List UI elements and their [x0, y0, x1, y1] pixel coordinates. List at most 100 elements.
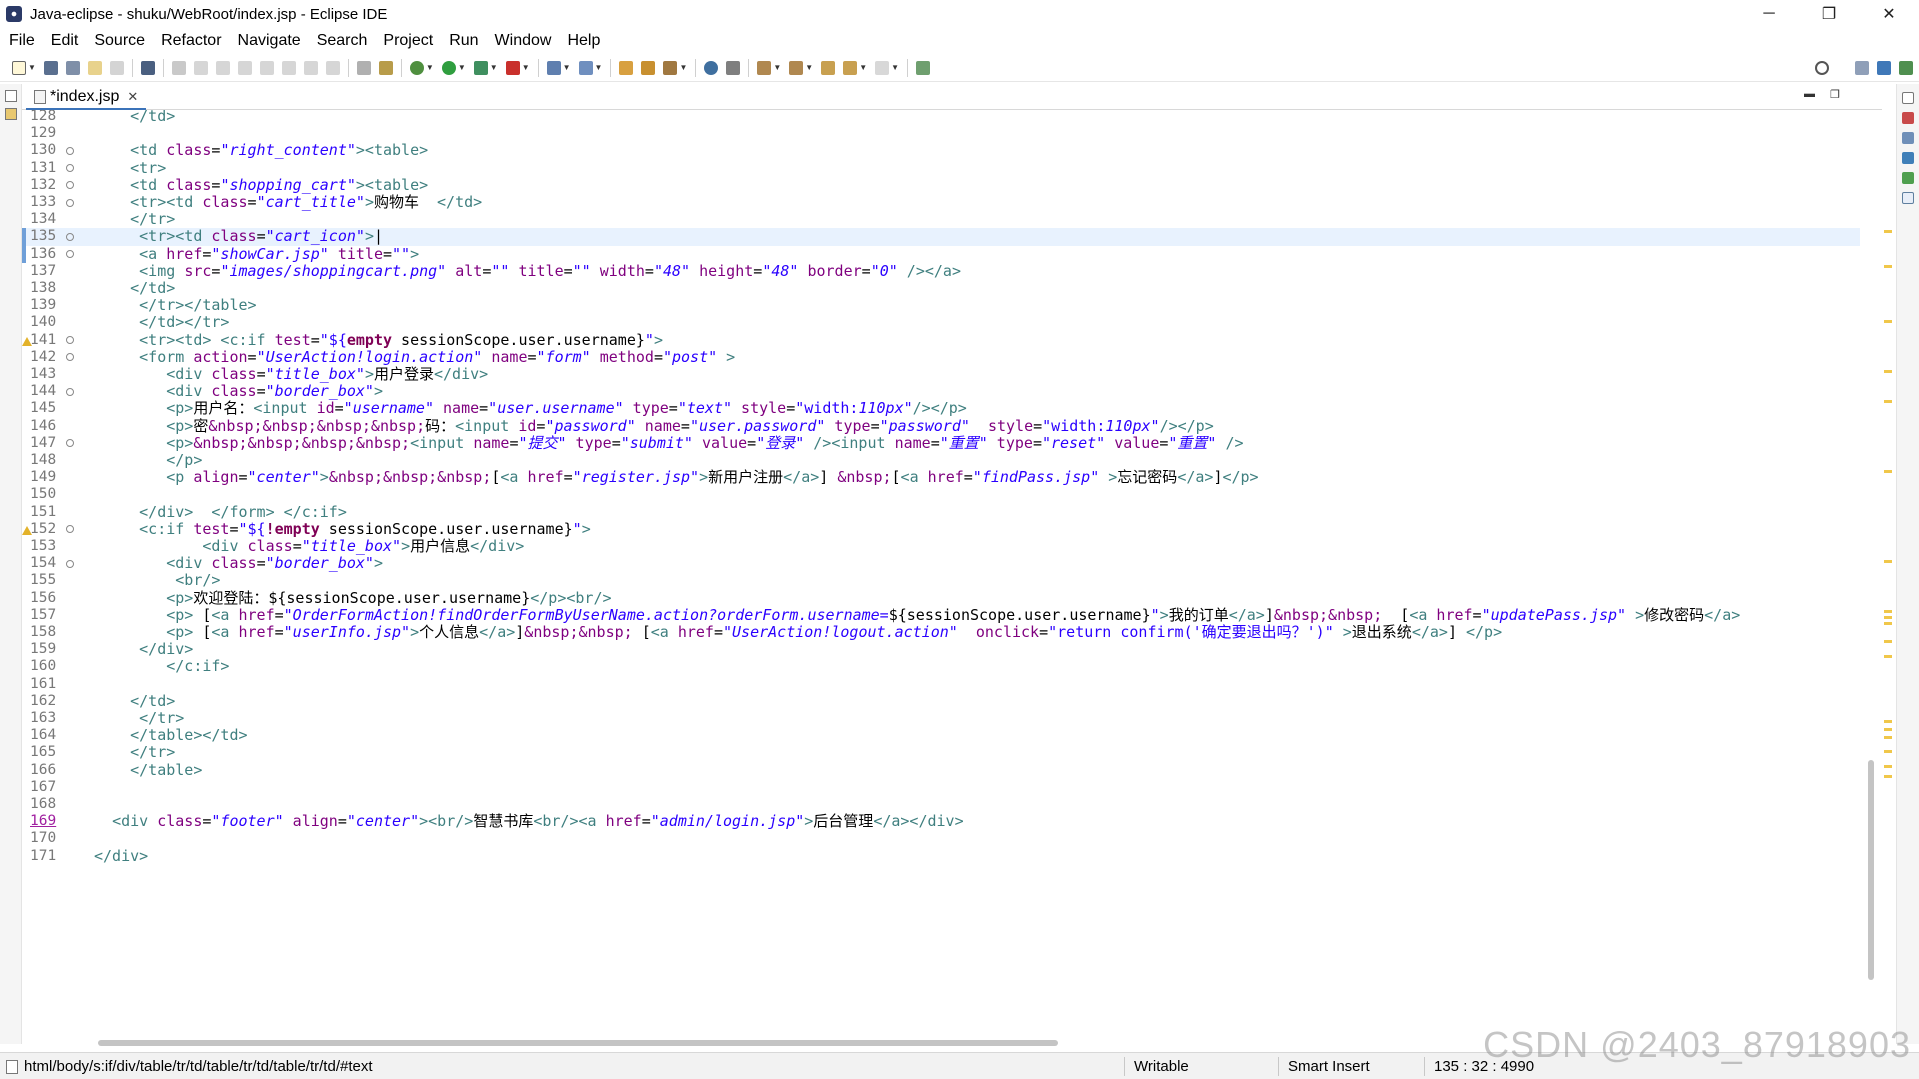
code-line[interactable]: 162 </td>: [22, 692, 1860, 710]
code-line[interactable]: 163 </tr>: [22, 709, 1860, 727]
ruler-mark[interactable]: [1884, 230, 1892, 233]
open-console-icon[interactable]: [356, 60, 371, 75]
vertical-scrollbar[interactable]: [1868, 760, 1874, 980]
fold-toggle-icon[interactable]: [66, 164, 74, 173]
java-ee-perspective-icon[interactable]: [1877, 61, 1891, 75]
code-line[interactable]: 152 <c:if test="${!empty sessionScope.us…: [22, 520, 1860, 538]
ruler-mark[interactable]: [1884, 470, 1892, 473]
code-line[interactable]: 161: [22, 676, 1860, 693]
ruler-mark[interactable]: [1884, 655, 1892, 658]
ruler-mark[interactable]: [1884, 728, 1892, 731]
palette-icon[interactable]: [1902, 172, 1914, 184]
menu-window[interactable]: Window: [487, 32, 560, 50]
open-perspective-icon[interactable]: [1855, 61, 1869, 75]
save-icon[interactable]: [43, 60, 58, 75]
new-server-icon[interactable]: [546, 60, 561, 75]
skip-breakpoints-icon[interactable]: [171, 60, 186, 75]
code-line[interactable]: 137 <img src="images/shoppingcart.png" a…: [22, 262, 1860, 280]
code-line[interactable]: 153 <div class="title_box">用户信息</div>: [22, 537, 1860, 555]
fold-toggle-icon[interactable]: [66, 250, 74, 259]
tasks-icon[interactable]: [378, 60, 393, 75]
search-icon[interactable]: [1815, 61, 1829, 75]
terminal-icon[interactable]: [140, 60, 155, 75]
resume-icon[interactable]: [193, 60, 208, 75]
open-task-icon[interactable]: [641, 60, 656, 75]
status-insert-mode[interactable]: Smart Insert: [1288, 1053, 1370, 1079]
ruler-mark[interactable]: [1884, 616, 1892, 619]
next-annotation-dropdown-icon[interactable]: ▼: [773, 63, 781, 72]
forward-dropdown-icon[interactable]: ▼: [891, 63, 899, 72]
back-dropdown-icon[interactable]: ▼: [859, 63, 867, 72]
properties-icon[interactable]: [1902, 192, 1914, 204]
code-line[interactable]: 169 <div class="footer" align="center"><…: [22, 813, 1860, 830]
previous-annotation-icon[interactable]: [789, 60, 804, 75]
code-line[interactable]: 142 <form action="UserAction!login.actio…: [22, 348, 1860, 366]
ruler-mark[interactable]: [1884, 610, 1892, 613]
new-class-icon[interactable]: [578, 60, 593, 75]
code-line[interactable]: 155 <br/>: [22, 572, 1860, 589]
fold-toggle-icon[interactable]: [66, 353, 74, 362]
step-over-icon[interactable]: [303, 60, 318, 75]
close-button[interactable]: ✕: [1859, 0, 1919, 28]
fold-toggle-icon[interactable]: [66, 559, 74, 568]
code-line[interactable]: 138 </td>: [22, 279, 1860, 297]
menu-source[interactable]: Source: [86, 32, 153, 50]
debug-perspective-icon[interactable]: [1899, 61, 1913, 75]
web-browser-icon[interactable]: [704, 60, 719, 75]
previous-annotation-dropdown-icon[interactable]: ▼: [805, 63, 813, 72]
code-line[interactable]: 141 <tr><td> <c:if test="${empty session…: [22, 331, 1860, 349]
fold-toggle-icon[interactable]: [66, 525, 74, 534]
code-line[interactable]: 144 <div class="border_box">: [22, 383, 1860, 400]
code-line[interactable]: 165 </tr>: [22, 744, 1860, 761]
undo-icon[interactable]: [87, 60, 102, 75]
step-return-icon[interactable]: [325, 60, 340, 75]
code-line[interactable]: 149 <p align="center">&nbsp;&nbsp;&nbsp;…: [22, 469, 1860, 486]
coverage-icon[interactable]: [473, 60, 488, 75]
debug-icon[interactable]: [409, 60, 424, 75]
code-line[interactable]: 156 <p>欢迎登陆：${sessionScope.user.username…: [22, 589, 1860, 607]
code-line[interactable]: 151 </div> </form> </c:if>: [22, 503, 1860, 521]
server-dropdown-icon[interactable]: ▼: [563, 63, 571, 72]
disconnect-icon[interactable]: [259, 60, 274, 75]
fold-toggle-icon[interactable]: [66, 198, 74, 207]
search-tool-dropdown-icon[interactable]: ▼: [679, 63, 687, 72]
code-line[interactable]: 164 </table></td>: [22, 727, 1860, 744]
code-line[interactable]: 160 </c:if>: [22, 658, 1860, 675]
code-line[interactable]: 157 <p> [<a href="OrderFormAction!findOr…: [22, 606, 1860, 624]
code-line[interactable]: 167: [22, 779, 1860, 796]
minimize-editor-icon[interactable]: ▬: [1804, 88, 1815, 100]
horizontal-scrollbar[interactable]: [98, 1040, 1058, 1046]
ruler-mark[interactable]: [1884, 765, 1892, 768]
run-dropdown-icon[interactable]: ▼: [458, 63, 466, 72]
code-line[interactable]: 145 <p>用户名：<input id="username" name="us…: [22, 400, 1860, 417]
menu-navigate[interactable]: Navigate: [230, 32, 309, 50]
external-tools-icon[interactable]: [505, 60, 520, 75]
code-line[interactable]: 159 </div>: [22, 641, 1860, 658]
save-all-icon[interactable]: [65, 60, 80, 75]
run-icon[interactable]: [441, 60, 456, 75]
restore-view-icon[interactable]: [1902, 92, 1914, 104]
ruler-mark[interactable]: [1884, 265, 1892, 268]
task-list-icon[interactable]: [1902, 132, 1914, 144]
ruler-mark[interactable]: [1884, 622, 1892, 625]
menu-search[interactable]: Search: [309, 32, 376, 50]
forward-icon[interactable]: [875, 60, 890, 75]
code-line[interactable]: 147 <p>&nbsp;&nbsp;&nbsp;&nbsp;<input na…: [22, 434, 1860, 452]
ruler-mark[interactable]: [1884, 750, 1892, 753]
project-explorer-icon[interactable]: [4, 108, 17, 120]
coverage-dropdown-icon[interactable]: ▼: [490, 63, 498, 72]
menu-edit[interactable]: Edit: [43, 32, 87, 50]
menu-help[interactable]: Help: [559, 32, 608, 50]
code-line[interactable]: 128 </td>: [22, 110, 1860, 125]
code-line[interactable]: 134 </tr>: [22, 211, 1860, 228]
ruler-mark[interactable]: [1884, 370, 1892, 373]
back-icon[interactable]: [843, 60, 858, 75]
ruler-mark[interactable]: [1884, 640, 1892, 643]
ruler-mark[interactable]: [1884, 775, 1892, 778]
fold-toggle-icon[interactable]: [66, 181, 74, 190]
open-type-icon[interactable]: [619, 60, 634, 75]
menu-project[interactable]: Project: [375, 32, 441, 50]
suspend-icon[interactable]: [215, 60, 230, 75]
external-tools-dropdown-icon[interactable]: ▼: [522, 63, 530, 72]
code-line[interactable]: 171 </div>: [22, 847, 1860, 865]
